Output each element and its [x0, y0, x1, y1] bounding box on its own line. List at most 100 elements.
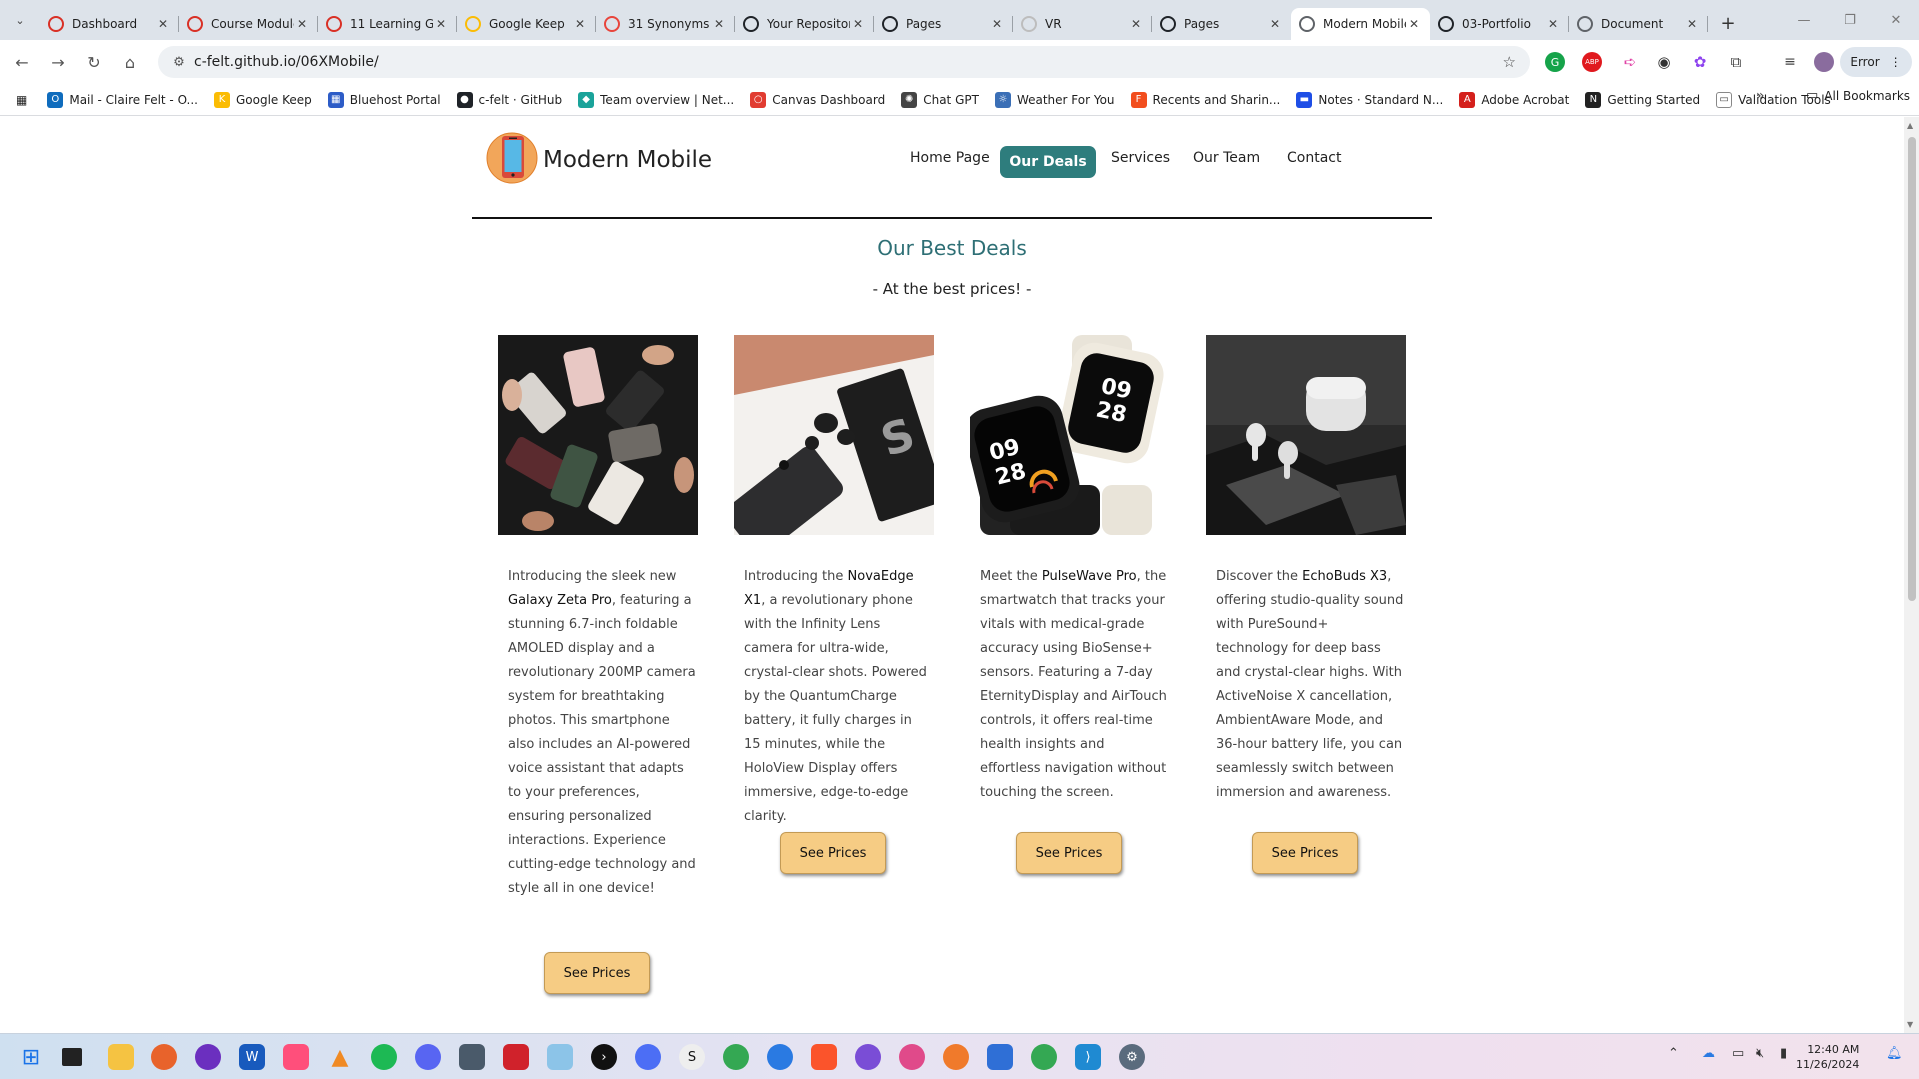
browser-tab[interactable]: Modern Mobile ✕ [1291, 8, 1430, 40]
error-button[interactable]: Error ⋮ [1840, 47, 1912, 77]
new-tab-button[interactable]: + [1714, 9, 1742, 37]
browser-tab[interactable]: Google Keep ✕ [457, 8, 596, 40]
task-view-icon[interactable] [62, 1048, 82, 1066]
app-icon-blue-doc[interactable] [547, 1044, 573, 1070]
nav-our-deals[interactable]: Our Deals [1000, 146, 1096, 178]
file-explorer-icon[interactable] [108, 1044, 134, 1070]
tab-close-icon[interactable]: ✕ [1545, 17, 1561, 31]
tab-close-icon[interactable]: ✕ [155, 17, 171, 31]
see-prices-button-3[interactable]: See Prices [1016, 832, 1122, 874]
extension-arrow-icon[interactable]: ➪ [1618, 50, 1642, 74]
site-info-icon[interactable]: ⚙ [164, 55, 194, 70]
browser-tab[interactable]: VR ✕ [1013, 8, 1152, 40]
brand-name[interactable]: Modern Mobile [543, 147, 712, 173]
tab-search-icon[interactable]: ⌄ [0, 0, 40, 40]
firefox-icon[interactable] [151, 1044, 177, 1070]
bookmark-item[interactable]: F Recents and Sharin... [1123, 86, 1289, 114]
tab-close-icon[interactable]: ✕ [433, 17, 449, 31]
back-icon[interactable]: ← [4, 44, 40, 80]
scrollbar-thumb[interactable] [1908, 137, 1916, 601]
app-icon-red[interactable] [503, 1044, 529, 1070]
page-scrollbar[interactable]: ▲ ▼ [1904, 117, 1919, 1033]
url-text[interactable]: c-felt.github.io/06XMobile/ [194, 54, 379, 70]
settings-icon[interactable]: ⚙ [1119, 1044, 1145, 1070]
browser-tab[interactable]: 31 Synonyms ✕ [596, 8, 735, 40]
app-icon-dark[interactable]: › [591, 1044, 617, 1070]
nav-home[interactable]: Home Page [910, 150, 990, 166]
bookmarks-overflow-icon[interactable]: » [1756, 88, 1765, 104]
tray-cloud-icon[interactable]: ☁ [1702, 1046, 1715, 1061]
bookmark-item[interactable]: O Mail - Claire Felt - O... [39, 86, 206, 114]
phone-logo-icon[interactable] [485, 131, 539, 185]
notepad-icon[interactable] [987, 1044, 1013, 1070]
calculator-icon[interactable] [459, 1044, 485, 1070]
tab-close-icon[interactable]: ✕ [1684, 17, 1700, 31]
minimize-icon[interactable]: — [1781, 0, 1827, 40]
restore-icon[interactable]: ❐ [1827, 0, 1873, 40]
see-prices-button-4[interactable]: See Prices [1252, 832, 1358, 874]
network-icon[interactable]: ▭ [1732, 1046, 1744, 1061]
browser-tab[interactable]: Course Modules✕ [179, 8, 318, 40]
bookmark-item[interactable]: A Adobe Acrobat [1451, 86, 1577, 114]
browser-tab[interactable]: Pages ✕ [1152, 8, 1291, 40]
app-icon-pink[interactable] [283, 1044, 309, 1070]
tab-close-icon[interactable]: ✕ [711, 17, 727, 31]
brave-icon[interactable] [811, 1044, 837, 1070]
system-clock[interactable]: 12:40 AM 11/26/2024 [1796, 1042, 1859, 1072]
battery-icon[interactable]: ▮ [1780, 1046, 1787, 1061]
duckduckgo-icon[interactable] [943, 1044, 969, 1070]
see-prices-button-2[interactable]: See Prices [780, 832, 886, 874]
discord-icon[interactable] [415, 1044, 441, 1070]
tab-close-icon[interactable]: ✕ [1406, 17, 1422, 31]
app-icon-circle-blue[interactable] [635, 1044, 661, 1070]
browser-tab[interactable]: 11 Learning Guide✕ [318, 8, 457, 40]
profile-avatar[interactable] [1814, 52, 1834, 72]
vscode-icon[interactable]: ⟩ [1075, 1044, 1101, 1070]
tab-close-icon[interactable]: ✕ [1267, 17, 1283, 31]
bookmark-item[interactable]: ○ Canvas Dashboard [742, 86, 893, 114]
extension-gear-icon[interactable]: ✿ [1688, 50, 1712, 74]
tab-close-icon[interactable]: ✕ [850, 17, 866, 31]
browser-tab[interactable]: Pages ✕ [874, 8, 1013, 40]
tab-close-icon[interactable]: ✕ [294, 17, 310, 31]
all-bookmarks-button[interactable]: ▭ All Bookmarks [1806, 88, 1910, 103]
bookmark-item[interactable]: ✺ Chat GPT [893, 86, 987, 114]
adblock-icon[interactable]: ABP [1582, 52, 1602, 72]
browser-tab[interactable]: Your Repositories✕ [735, 8, 874, 40]
nav-contact[interactable]: Contact [1287, 150, 1341, 166]
tab-close-icon[interactable]: ✕ [989, 17, 1005, 31]
extensions-puzzle-icon[interactable]: ⧉ [1724, 50, 1748, 74]
grammarly-icon[interactable]: G [1545, 52, 1565, 72]
media-controls-icon[interactable]: ≡ [1778, 50, 1802, 74]
bookmark-item[interactable]: ▬ Notes · Standard N... [1288, 86, 1451, 114]
browser-tab[interactable]: Dashboard ✕ [40, 8, 179, 40]
bookmark-item[interactable]: N Getting Started [1577, 86, 1708, 114]
forward-icon[interactable]: → [40, 44, 76, 80]
vlc-icon[interactable]: ▲ [327, 1044, 353, 1070]
reload-icon[interactable]: ↻ [76, 44, 112, 80]
app-icon-purple[interactable] [195, 1044, 221, 1070]
bookmark-item[interactable]: K Google Keep [206, 86, 320, 114]
app-icon-swirl[interactable] [899, 1044, 925, 1070]
address-bar[interactable]: ⚙ c-felt.github.io/06XMobile/ ☆ [158, 46, 1530, 78]
bookmark-item[interactable]: ▦ Bluehost Portal [320, 86, 449, 114]
volume-muted-icon[interactable]: 🔇︎ [1756, 1046, 1764, 1061]
nav-our-team[interactable]: Our Team [1193, 150, 1260, 166]
tab-close-icon[interactable]: ✕ [572, 17, 588, 31]
browser-tab[interactable]: 03-Portfolio ✕ [1430, 8, 1569, 40]
app-icon-arc[interactable] [767, 1044, 793, 1070]
nav-services[interactable]: Services [1111, 150, 1170, 166]
bookmark-item[interactable]: ● c-felt · GitHub [449, 86, 571, 114]
close-window-icon[interactable]: ✕ [1873, 0, 1919, 40]
extension-globe-icon[interactable]: ◉ [1652, 50, 1676, 74]
chrome-profile-icon[interactable] [1031, 1044, 1057, 1070]
apps-grid-icon[interactable]: ▦ [0, 86, 39, 114]
home-icon[interactable]: ⌂ [112, 44, 148, 80]
see-prices-button-1[interactable]: See Prices [544, 952, 650, 994]
app-icon-spiral[interactable] [855, 1044, 881, 1070]
app-icon-s[interactable]: S [679, 1044, 705, 1070]
bookmark-item[interactable]: ◆ Team overview | Net... [570, 86, 742, 114]
scroll-down-icon[interactable]: ▼ [1907, 1020, 1913, 1029]
spotify-icon[interactable] [371, 1044, 397, 1070]
bookmark-item[interactable]: ☼ Weather For You [987, 86, 1123, 114]
